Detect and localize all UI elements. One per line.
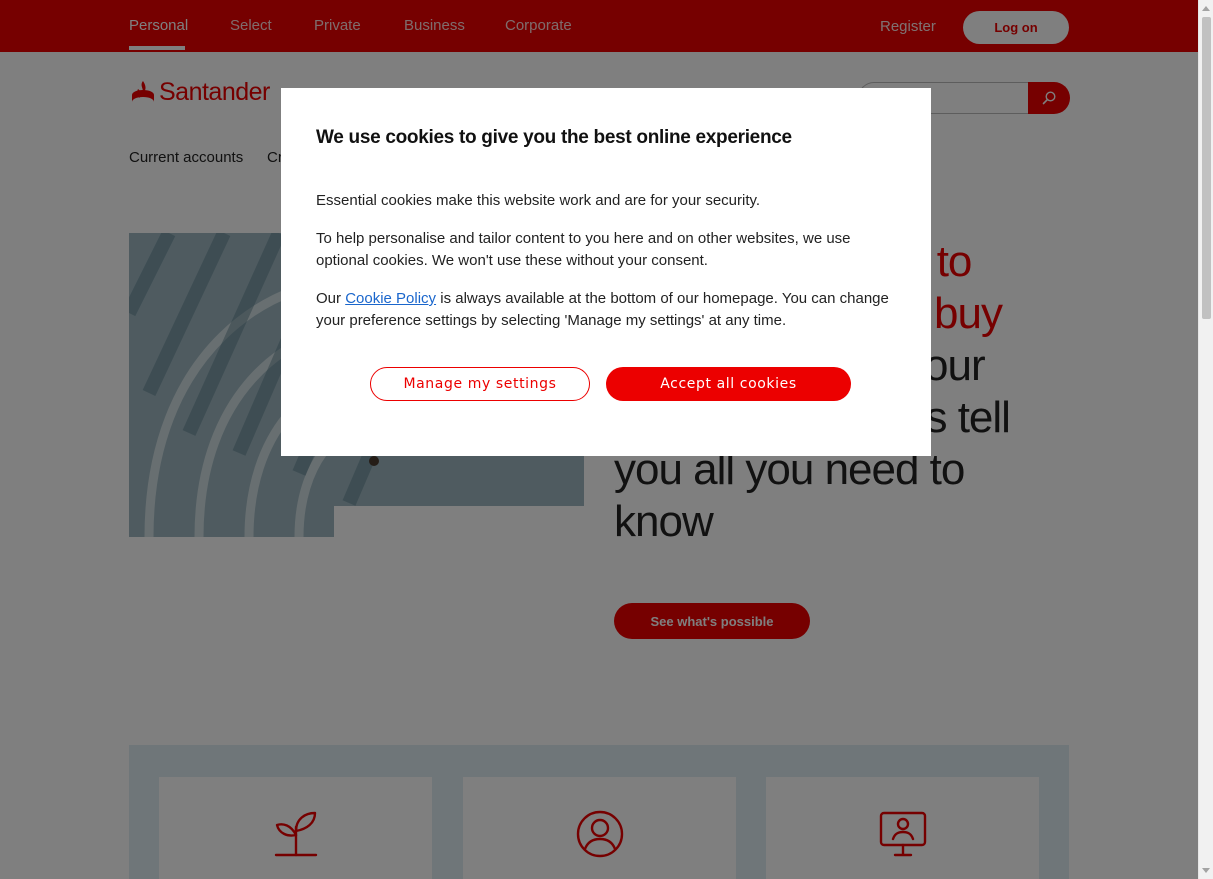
cookie-optional-text: To help personalise and tailor content t… [316, 230, 851, 269]
cookie-policy-text: Our Cookie Policy is always available at… [316, 288, 901, 332]
vertical-scrollbar[interactable] [1198, 0, 1213, 879]
cookie-consent-dialog: We use cookies to give you the best onli… [281, 88, 931, 456]
cookie-policy-link[interactable]: Cookie Policy [345, 290, 436, 307]
cookie-dialog-title: We use cookies to give you the best onli… [316, 127, 792, 148]
cookie-essential-text: Essential cookies make this website work… [316, 192, 761, 209]
scroll-up-arrow-icon[interactable] [1202, 6, 1210, 11]
cookie-policy-prefix: Our [316, 290, 346, 307]
scrollbar-thumb[interactable] [1202, 17, 1211, 319]
scroll-down-arrow-icon[interactable] [1202, 868, 1210, 873]
accept-all-cookies-button[interactable]: Accept all cookies [606, 367, 851, 401]
manage-settings-button[interactable]: Manage my settings [370, 367, 590, 401]
page: Personal Select Private Business Corpora… [0, 0, 1198, 879]
